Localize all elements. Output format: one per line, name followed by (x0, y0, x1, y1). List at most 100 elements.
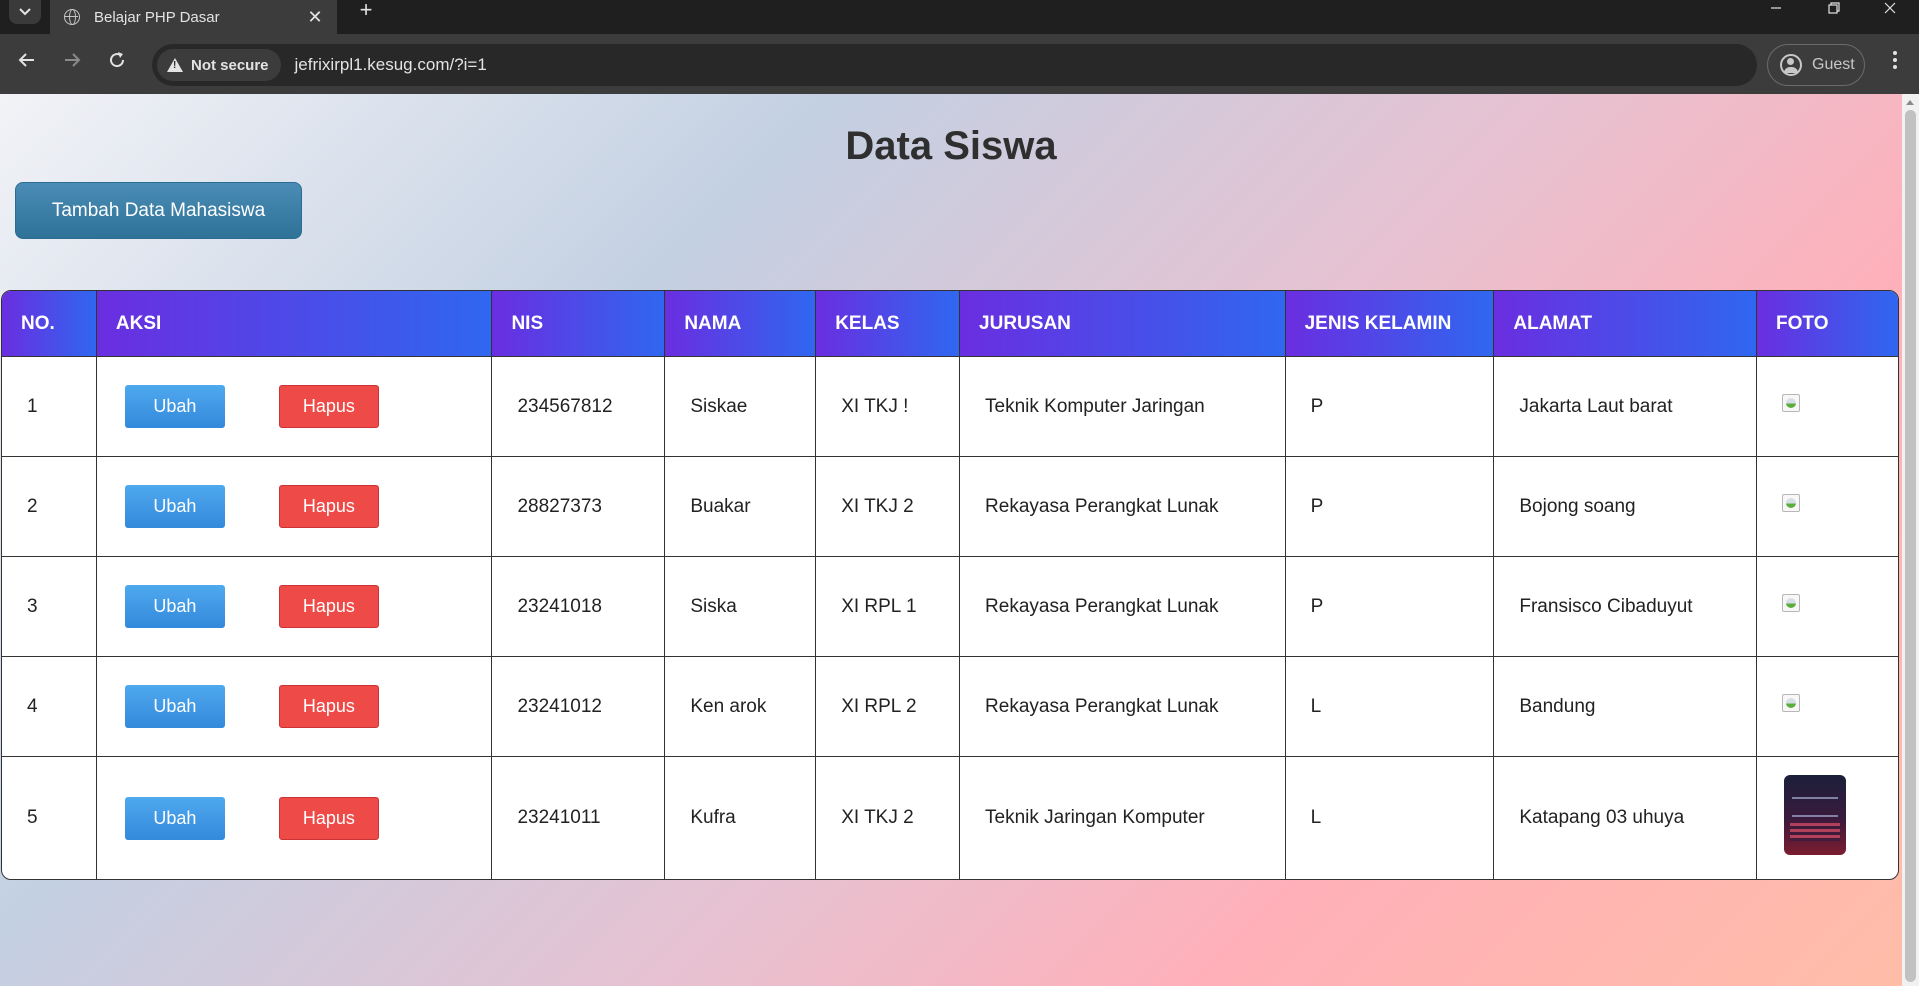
table-row: 3 Ubah Hapus 23241018 Siska XI RPL 1 Reka… (2, 557, 1898, 657)
cell-aksi: Ubah Hapus (96, 357, 493, 457)
page-viewport: Data Siswa Tambah Data Mahasiswa NO. AKS… (0, 94, 1902, 986)
table-row: 5 Ubah Hapus 23241011 Kufra XI TKJ 2 Tekn… (2, 757, 1898, 879)
delete-button[interactable]: Hapus (278, 685, 379, 728)
page-title: Data Siswa (845, 124, 1057, 168)
cell-aksi: Ubah Hapus (96, 657, 493, 757)
broken-image-icon (1782, 593, 1801, 612)
profile-icon (1780, 54, 1802, 76)
cell-foto (1757, 357, 1898, 457)
cell-no: 5 (2, 757, 97, 879)
page-scrollbar[interactable] (1902, 94, 1919, 986)
header-aksi: AKSI (96, 291, 493, 357)
edit-button[interactable]: Ubah (124, 485, 225, 528)
browser-tab[interactable]: Belajar PHP Dasar ✕ (50, 0, 337, 34)
delete-button[interactable]: Hapus (278, 585, 379, 628)
broken-image-icon (1782, 493, 1801, 512)
kebab-menu-icon (1893, 51, 1897, 69)
header-nama: NAMA (665, 291, 817, 357)
add-student-button[interactable]: Tambah Data Mahasiswa (15, 182, 302, 239)
scroll-up-arrow-icon[interactable] (1906, 100, 1914, 105)
cell-foto (1757, 757, 1898, 879)
profile-label: Guest (1812, 56, 1855, 73)
restore-button[interactable] (1806, 0, 1862, 22)
edit-button[interactable]: Ubah (124, 385, 225, 428)
cell-jenis-kelamin: L (1285, 657, 1495, 757)
cell-foto (1757, 557, 1898, 657)
cell-jurusan: Rekayasa Perangkat Lunak (960, 557, 1286, 657)
cell-kelas: XI RPL 2 (816, 657, 961, 757)
reload-icon (110, 52, 125, 68)
cell-no: 2 (2, 457, 97, 557)
table-row: 4 Ubah Hapus 23241012 Ken arok XI RPL 2 R… (2, 657, 1898, 757)
header-jurusan: JURUSAN (960, 291, 1286, 357)
edit-button[interactable]: Ubah (124, 685, 225, 728)
profile-button[interactable]: Guest (1767, 44, 1865, 86)
tab-strip: Belajar PHP Dasar ✕ + (0, 0, 1919, 34)
header-nis: NIS (492, 291, 666, 357)
header-jenis-kelamin: JENIS KELAMIN (1285, 291, 1495, 357)
cell-alamat: Bojong soang (1494, 457, 1758, 557)
chevron-down-icon (19, 8, 31, 16)
minimize-button[interactable] (1748, 0, 1804, 22)
tab-title: Belajar PHP Dasar (94, 8, 220, 26)
security-chip[interactable]: Not secure (157, 49, 281, 81)
cell-kelas: XI RPL 1 (816, 557, 961, 657)
close-icon (1884, 2, 1896, 14)
restore-icon (1828, 2, 1840, 14)
student-photo (1784, 775, 1847, 855)
tab-search-button[interactable] (9, 0, 41, 24)
warning-icon (167, 58, 183, 72)
cell-kelas: XI TKJ ! (816, 357, 961, 457)
cell-nama: Ken arok (665, 657, 817, 757)
reload-button[interactable] (102, 48, 132, 78)
cell-nis: 23241012 (492, 657, 666, 757)
cell-nis: 28827373 (492, 457, 666, 557)
delete-button[interactable]: Hapus (278, 796, 379, 840)
student-table: NO. AKSI NIS NAMA KELAS JURUSAN JENIS KE… (1, 290, 1899, 880)
cell-jenis-kelamin: P (1285, 557, 1495, 657)
close-window-button[interactable] (1862, 0, 1918, 22)
cell-alamat: Bandung (1494, 657, 1758, 757)
browser-menu-button[interactable] (1880, 48, 1910, 78)
edit-button[interactable]: Ubah (124, 796, 225, 840)
cell-jurusan: Teknik Komputer Jaringan (960, 357, 1286, 457)
broken-image-icon (1782, 693, 1801, 712)
cell-alamat: Jakarta Laut barat (1494, 357, 1758, 457)
cell-kelas: XI TKJ 2 (816, 757, 961, 879)
forward-button[interactable] (57, 48, 87, 78)
cell-no: 4 (2, 657, 97, 757)
cell-aksi: Ubah Hapus (97, 757, 493, 879)
delete-button[interactable]: Hapus (278, 485, 379, 528)
cell-alamat: Fransisco Cibaduyut (1494, 557, 1758, 657)
cell-jurusan: Rekayasa Perangkat Lunak (960, 657, 1286, 757)
url-text[interactable]: jefrixirpl1.kesug.com/?i=1 (295, 55, 487, 75)
cell-jenis-kelamin: P (1285, 357, 1495, 457)
arrow-right-icon (65, 53, 81, 67)
header-foto: FOTO (1757, 291, 1898, 357)
minimize-icon (1771, 7, 1781, 9)
delete-button[interactable]: Hapus (278, 385, 379, 428)
cell-alamat: Katapang 03 uhuya (1494, 757, 1758, 879)
cell-nama: Buakar (665, 457, 817, 557)
address-bar[interactable]: Not secure jefrixirpl1.kesug.com/?i=1 (152, 44, 1757, 86)
cell-aksi: Ubah Hapus (96, 457, 493, 557)
cell-foto (1757, 657, 1898, 757)
arrow-left-icon (18, 53, 34, 67)
scrollbar-thumb[interactable] (1905, 110, 1916, 982)
cell-no: 3 (2, 557, 97, 657)
back-button[interactable] (12, 48, 42, 78)
tab-close-button[interactable]: ✕ (305, 8, 325, 26)
header-no: NO. (2, 291, 97, 357)
cell-nis: 234567812 (492, 357, 666, 457)
new-tab-button[interactable]: + (352, 0, 380, 22)
broken-image-icon (1782, 393, 1801, 412)
cell-nama: Siska (665, 557, 817, 657)
table-header-row: NO. AKSI NIS NAMA KELAS JURUSAN JENIS KE… (2, 291, 1898, 357)
browser-toolbar: Not secure jefrixirpl1.kesug.com/?i=1 Gu… (0, 34, 1919, 94)
cell-jenis-kelamin: P (1285, 457, 1495, 557)
edit-button[interactable]: Ubah (124, 585, 225, 628)
cell-nis: 23241011 (492, 757, 666, 879)
security-label: Not secure (191, 56, 269, 74)
cell-nis: 23241018 (492, 557, 666, 657)
cell-foto (1757, 457, 1898, 557)
